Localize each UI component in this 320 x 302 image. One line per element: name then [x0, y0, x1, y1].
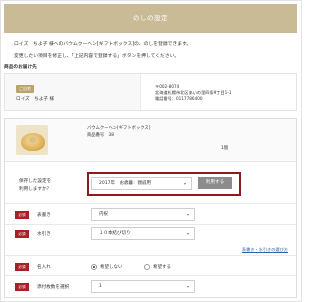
- selection-guide-link[interactable]: 表書き・水引きの選び方: [242, 247, 288, 253]
- omotegaki-label: 表書き: [37, 213, 51, 218]
- nairie-yes-radio[interactable]: [144, 264, 150, 270]
- saved-settings-select[interactable]: 2017年 お歳暮：親戚用 ▾: [91, 177, 192, 190]
- product-name: バウムクーヘン[ギフトボックス]: [87, 126, 151, 131]
- product-quantity: 1個: [221, 146, 229, 151]
- recipient-panel: ご自宅 ロイズ ちよ子 様: [5, 74, 141, 110]
- mizuhiki-select[interactable]: １０本結び切り ▾: [91, 227, 195, 240]
- delivery-address-box: ご自宅 ロイズ ちよ子 様 〒002-8074 北海道札幌市北区あいの里四条9丁…: [4, 73, 297, 111]
- delivery-section-title: 商品のお届け先: [4, 65, 37, 70]
- saved-settings-label: 保存した設定を 利用しますか？: [19, 179, 52, 192]
- chevron-down-icon: ▾: [183, 181, 186, 186]
- address-details: 〒002-8074 北海道札幌市北区あいの里四条9丁目1-1 電話番号：0117…: [155, 84, 232, 102]
- noshi-settings-box: バウムクーヘン[ギフトボックス] 商品番号 38 1個 保存した設定を 利用しま…: [4, 118, 297, 298]
- intro-text: ロイズ ちよ子 様へのバウムクーヘン[ギフトボックス]の、のしを登録できます。 …: [14, 41, 294, 60]
- use-saved-button[interactable]: 利用する: [198, 177, 232, 189]
- nairie-no-label[interactable]: 希望しない: [100, 264, 123, 270]
- intro-line-2: 変更したい項目を修正し、「上記内容で登録する」ボタンを押してください。: [14, 54, 180, 59]
- intro-line-1: ロイズ ちよ子 様へのバウムクーヘン[ギフトボックス]の、のしを登録できます。: [14, 42, 192, 47]
- recipient-name: ロイズ ちよ子 様: [16, 97, 55, 102]
- required-badge: 必須: [15, 283, 29, 291]
- product-code: 商品番号 38: [87, 133, 114, 138]
- required-badge: 必須: [15, 230, 29, 238]
- divider: [5, 275, 296, 276]
- nairie-yes-label[interactable]: 希望する: [153, 264, 171, 270]
- divider: [5, 203, 296, 204]
- attach-count-select[interactable]: 1 ▾: [91, 280, 195, 293]
- chevron-down-icon: ▾: [186, 212, 189, 217]
- mizuhiki-label: 水引き: [37, 232, 51, 237]
- omotegaki-select[interactable]: 内祝 ▾: [91, 208, 195, 221]
- product-row: バウムクーヘン[ギフトボックス] 商品番号 38 1個: [5, 119, 296, 162]
- home-badge: ご自宅: [16, 85, 34, 93]
- required-badge: 必須: [15, 263, 29, 271]
- chevron-down-icon: ▾: [186, 231, 189, 236]
- page-title: のしの設定: [4, 4, 297, 33]
- nairie-label: 名入れ: [37, 265, 51, 270]
- divider: [5, 224, 296, 225]
- divider: [5, 255, 296, 256]
- chevron-down-icon: ▾: [186, 284, 189, 289]
- baumkuchen-image: [16, 125, 48, 155]
- required-badge: 必須: [15, 211, 29, 219]
- phone-number: 電話番号：0117786400: [155, 96, 203, 101]
- attach-count-label: 添付枚数を選択: [37, 285, 70, 290]
- nairie-no-radio[interactable]: [91, 264, 97, 270]
